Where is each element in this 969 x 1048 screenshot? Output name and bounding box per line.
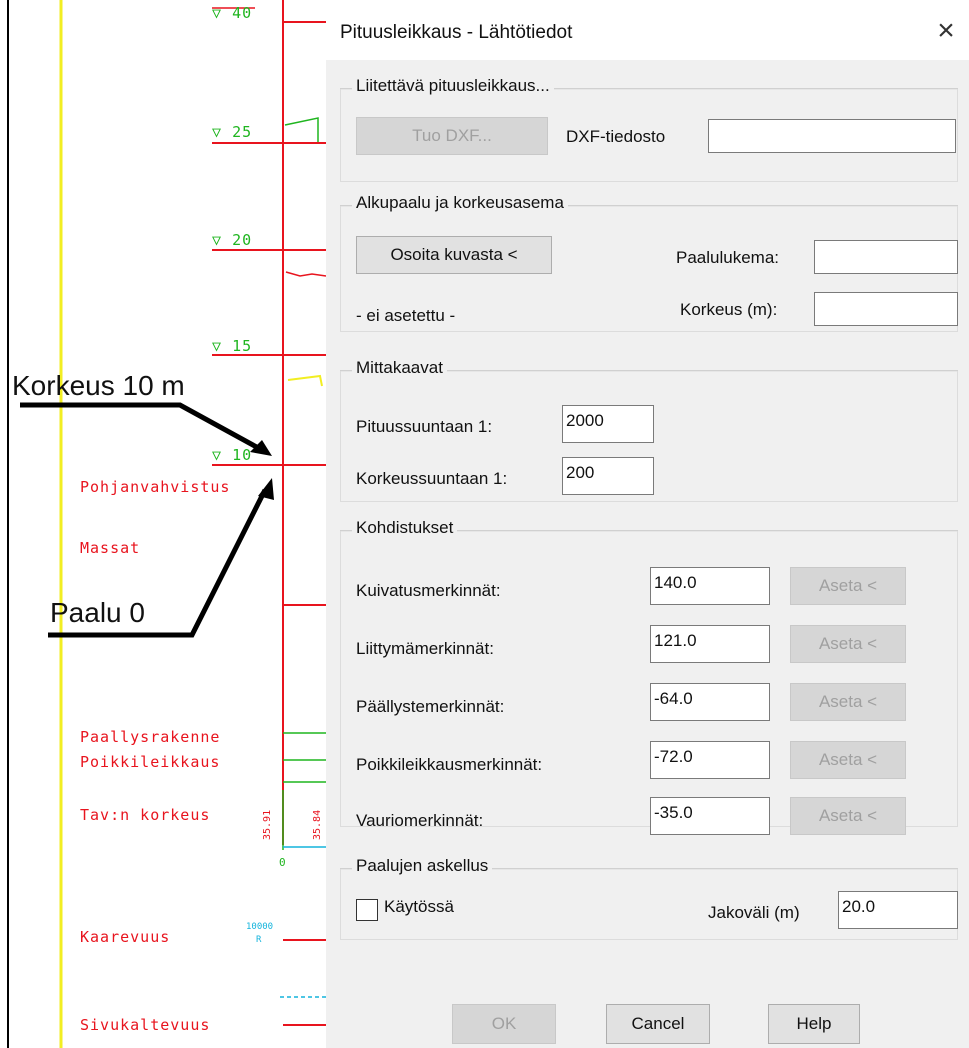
close-icon: ×: [937, 14, 955, 47]
stepping-group-title: Paalujen askellus: [352, 856, 493, 876]
horizontal-scale-input[interactable]: 2000: [562, 405, 654, 443]
enabled-label: Käytössä: [384, 897, 454, 916]
row-label-poikkileikkaus: Poikkileikkaus: [80, 753, 220, 771]
dxf-file-input[interactable]: [708, 119, 956, 153]
target-label-vaurio: Vauriomerkinnät:: [356, 811, 484, 830]
level-label-10: ▽ 10: [212, 446, 252, 464]
targets-group-title: Kohdistukset: [352, 518, 458, 538]
station-input[interactable]: [814, 240, 958, 274]
row-label-sivukaltevuus: Sivukaltevuus: [80, 1016, 210, 1034]
cancel-button[interactable]: Cancel: [606, 1004, 710, 1044]
target-set-button-liittyma[interactable]: Aseta <: [790, 625, 906, 663]
target-input-kuivatus[interactable]: 140.0: [650, 567, 770, 605]
horizontal-scale-label: Pituussuuntaan 1:: [356, 417, 493, 436]
pick-from-drawing-button[interactable]: Osoita kuvasta <: [356, 236, 552, 274]
target-label-poikkileikkaus: Poikkileikkausmerkinnät:: [356, 755, 543, 774]
start-station-group-title: Alkupaalu ja korkeusasema: [352, 193, 568, 213]
target-label-paallyste: Päällystemerkinnät:: [356, 697, 505, 716]
row-label-paallysrakenne: Paallysrakenne: [80, 728, 220, 746]
scales-group: Mittakaavat Pituussuuntaan 1: 2000 Korke…: [340, 358, 958, 502]
attach-group-title: Liitettävä pituusleikkaus...: [352, 76, 554, 96]
annotation-arrow-korkeus: [20, 402, 264, 453]
level-label-15: ▽ 15: [212, 337, 252, 355]
row-label-massat: Massat: [80, 539, 140, 557]
target-set-button-paallyste[interactable]: Aseta <: [790, 683, 906, 721]
target-set-button-vaurio[interactable]: Aseta <: [790, 797, 906, 835]
vertical-scale-label: Korkeussuuntaan 1:: [356, 469, 508, 488]
row-label-pohjanvahvistus: Pohjanvahvistus: [80, 478, 230, 496]
target-input-vaurio[interactable]: -35.0: [650, 797, 770, 835]
radius-value: 10000: [246, 922, 273, 932]
start-station-group: Alkupaalu ja korkeusasema Osoita kuvasta…: [340, 193, 958, 332]
annotation-korkeus: Korkeus 10 m: [12, 370, 185, 401]
height-label: Korkeus (m):: [680, 300, 778, 319]
height-value-2: 35.84: [312, 810, 323, 840]
vertical-scale-input[interactable]: 200: [562, 457, 654, 495]
pituusleikkaus-dialog: Pituusleikkaus - Lähtötiedot × Liitettäv…: [326, 0, 969, 1048]
target-input-liittyma[interactable]: 121.0: [650, 625, 770, 663]
target-input-poikkileikkaus[interactable]: -72.0: [650, 741, 770, 779]
help-button[interactable]: Help: [768, 1004, 860, 1044]
target-label-kuivatus: Kuivatusmerkinnät:: [356, 581, 501, 600]
interval-label: Jakoväli (m): [708, 903, 800, 922]
enabled-checkbox[interactable]: [356, 899, 378, 921]
target-set-button-poikkileikkaus[interactable]: Aseta <: [790, 741, 906, 779]
target-set-button-kuivatus[interactable]: Aseta <: [790, 567, 906, 605]
level-label-40: ▽ 40: [212, 4, 252, 22]
annotation-paalu: Paalu 0: [50, 597, 145, 628]
row-label-kaarevuus: Kaarevuus: [80, 928, 170, 946]
start-status-text: - ei asetettu -: [356, 306, 456, 325]
close-button[interactable]: ×: [929, 14, 963, 48]
station-label: Paalulukema:: [676, 248, 780, 267]
scales-group-title: Mittakaavat: [352, 358, 447, 378]
level-label-25: ▽ 25: [212, 123, 252, 141]
target-input-paallyste[interactable]: -64.0: [650, 683, 770, 721]
target-label-liittyma: Liittymämerkinnät:: [356, 639, 494, 658]
station-zero-label: 0: [279, 856, 286, 869]
ok-button[interactable]: OK: [452, 1004, 556, 1044]
stepping-group: Paalujen askellus Käytössä Jakoväli (m) …: [340, 856, 958, 940]
dxf-file-label: DXF-tiedosto: [566, 127, 666, 146]
interval-input[interactable]: 20.0: [838, 891, 958, 929]
height-value-1: 35.91: [262, 810, 273, 840]
level-label-20: ▽ 20: [212, 231, 252, 249]
attach-group: Liitettävä pituusleikkaus... Tuo DXF... …: [340, 76, 958, 182]
dialog-title: Pituusleikkaus - Lähtötiedot: [340, 22, 573, 43]
height-input[interactable]: [814, 292, 958, 326]
row-label-tavin-korkeus: Tav:n korkeus: [80, 806, 210, 824]
dialog-client-area: Liitettävä pituusleikkaus... Tuo DXF... …: [326, 60, 969, 1048]
targets-group: Kohdistukset Kuivatusmerkinnät: 140.0 As…: [340, 518, 958, 835]
radius-unit: R: [256, 935, 262, 945]
import-dxf-button[interactable]: Tuo DXF...: [356, 117, 548, 155]
